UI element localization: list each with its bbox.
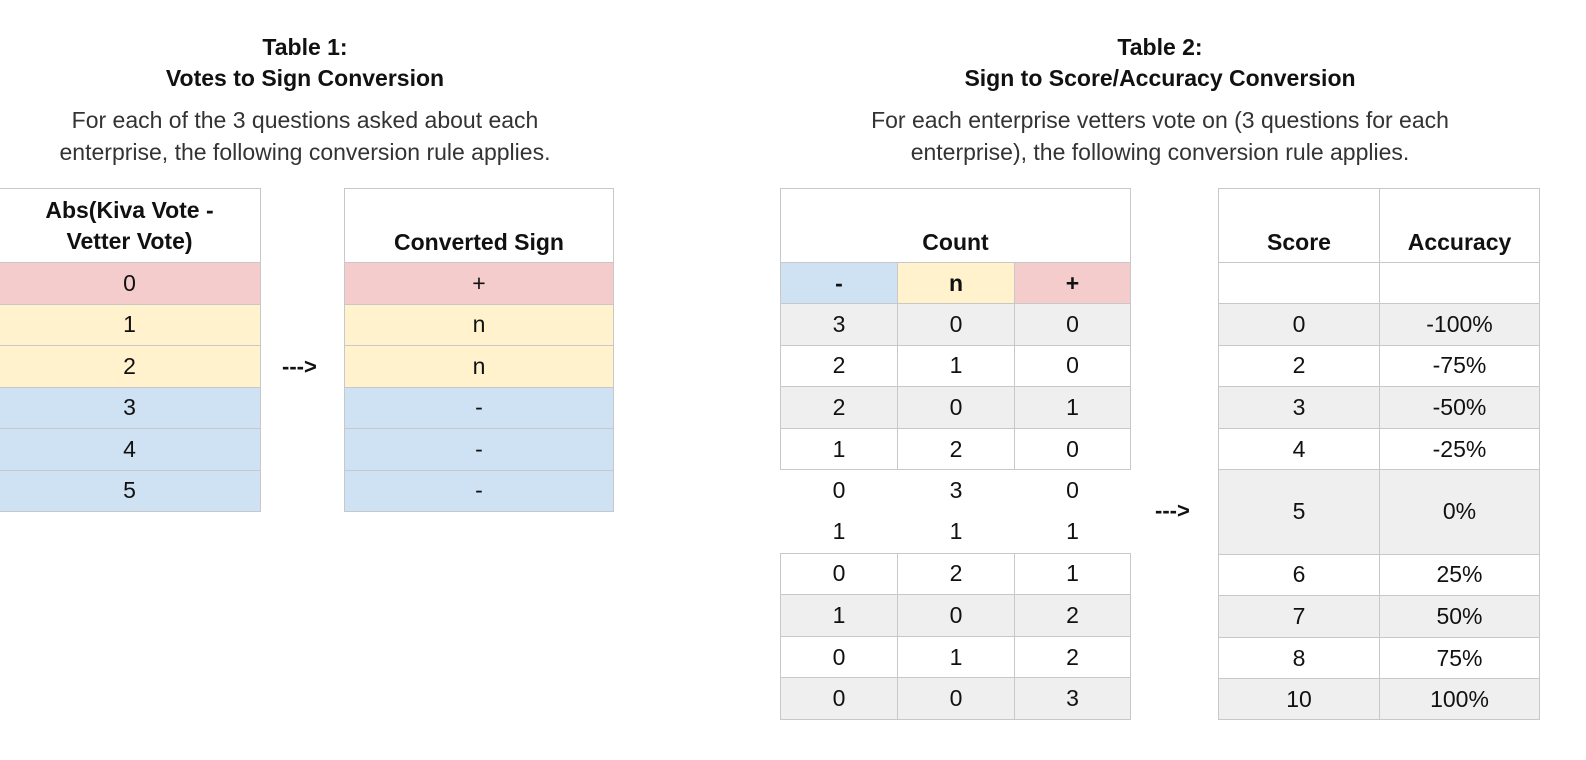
accuracy-header: Accuracy — [1379, 188, 1540, 263]
table1-arrow: ---> — [282, 354, 317, 379]
table1-sign-cell: - — [344, 428, 614, 471]
count-cell: 0 — [780, 635, 898, 679]
score-empty-cell — [1218, 262, 1380, 304]
table2-desc-line2: enterprise), the following conversion ru… — [910, 139, 1410, 165]
table2-title-line1: Table 2: — [1117, 34, 1203, 60]
count-cell: 2 — [780, 386, 898, 429]
score-cell: 4 — [1218, 427, 1380, 471]
accuracy-cell: -100% — [1379, 303, 1540, 346]
table1-title-line2: Votes to Sign Conversion — [165, 65, 445, 91]
count-cell: 1 — [897, 344, 1015, 388]
count-cell: 3 — [949, 476, 963, 503]
table2-description: For each enterprise vetters vote on (3 q… — [780, 104, 1540, 168]
count-subheader-n: n — [897, 262, 1015, 304]
table1-value-cell: 2 — [0, 345, 261, 388]
count-subheader-plus: + — [1014, 262, 1131, 304]
table1-left-header: Abs(Kiva Vote - Vetter Vote) — [0, 188, 261, 263]
count-cell: 0 — [897, 303, 1015, 346]
count-cell: 1 — [780, 427, 898, 471]
count-cell: 2 — [1014, 594, 1131, 637]
score-cell: 0 — [1218, 303, 1380, 346]
table1-description: For each of the 3 questions asked about … — [0, 104, 610, 168]
table1-sign-cell: + — [344, 262, 614, 305]
table2-title-line2: Sign to Score/Accuracy Conversion — [964, 65, 1356, 91]
count-cell: 1 — [1014, 552, 1131, 596]
table2-desc-line1: For each enterprise vetters vote on (3 q… — [871, 107, 1449, 133]
score-cell: 2 — [1218, 344, 1380, 388]
count-cell: 2 — [1014, 635, 1131, 679]
table1-value-cell: 3 — [0, 386, 261, 429]
table1-right-header: Converted Sign — [344, 188, 614, 263]
table2-title: Table 2: Sign to Score/Accuracy Conversi… — [780, 32, 1540, 94]
table1-value-cell: 4 — [0, 428, 261, 471]
table1-title-line1: Table 1: — [262, 34, 348, 60]
count-cell: 1 — [897, 635, 1015, 679]
accuracy-cell: -75% — [1379, 344, 1540, 388]
count-cell: 1 — [780, 594, 898, 637]
count-cell: 1 — [949, 518, 963, 545]
score-cell: 6 — [1218, 553, 1380, 597]
count-subheader-minus: - — [780, 262, 898, 304]
count-cell: 0 — [1066, 476, 1079, 503]
accuracy-cell: 0% — [1379, 469, 1540, 555]
count-cell: 0 — [1014, 344, 1131, 388]
table1-value-cell: 0 — [0, 262, 261, 305]
table1-title: Table 1: Votes to Sign Conversion — [0, 32, 610, 94]
score-header: Score — [1218, 188, 1380, 263]
count-cell: 0 — [897, 677, 1015, 720]
count-cell: 0 — [897, 594, 1015, 637]
accuracy-cell: 75% — [1379, 636, 1540, 680]
count-cell: 0 — [780, 677, 898, 720]
count-cell: 3 — [1014, 677, 1131, 720]
score-cell: 10 — [1218, 678, 1380, 720]
count-cell: 0 — [780, 552, 898, 596]
count-cell: 0 — [1014, 427, 1131, 471]
table2-arrow: ---> — [1155, 498, 1190, 523]
score-cell: 8 — [1218, 636, 1380, 680]
count-cell: 3 — [780, 303, 898, 346]
table1-sign-cell: n — [344, 345, 614, 388]
table1-sign-cell: n — [344, 303, 614, 346]
count-cell: 1 — [1014, 386, 1131, 429]
score-cell: 3 — [1218, 386, 1380, 429]
count-cell: 2 — [780, 344, 898, 388]
table1-desc-line1: For each of the 3 questions asked about … — [71, 107, 539, 133]
table1-value-cell: 5 — [0, 469, 261, 512]
score-cell: 7 — [1218, 595, 1380, 638]
table1-value-cell: 1 — [0, 303, 261, 346]
accuracy-empty-cell — [1379, 262, 1540, 304]
score-cell: 5 — [1218, 469, 1380, 555]
accuracy-cell: 25% — [1379, 553, 1540, 597]
accuracy-cell: 100% — [1379, 678, 1540, 720]
count-header: Count — [780, 188, 1131, 263]
accuracy-cell: -50% — [1379, 386, 1540, 429]
table1-left-header-line1: Abs(Kiva Vote - — [45, 196, 214, 223]
accuracy-cell: 50% — [1379, 595, 1540, 638]
count-cell: 2 — [897, 427, 1015, 471]
table1-desc-line2: enterprise, the following conversion rul… — [59, 139, 551, 165]
count-cell: 0 — [897, 386, 1015, 429]
count-cell: 1 — [832, 518, 846, 545]
table1-sign-cell: - — [344, 469, 614, 512]
count-cell: 2 — [897, 552, 1015, 596]
table1-left-header-line2: Vetter Vote) — [66, 227, 193, 254]
count-cell: 0 — [832, 476, 846, 503]
accuracy-cell: -25% — [1379, 427, 1540, 471]
count-cell: 1 — [1066, 518, 1079, 545]
table1-sign-cell: - — [344, 386, 614, 429]
count-cell: 0 — [1014, 303, 1131, 346]
